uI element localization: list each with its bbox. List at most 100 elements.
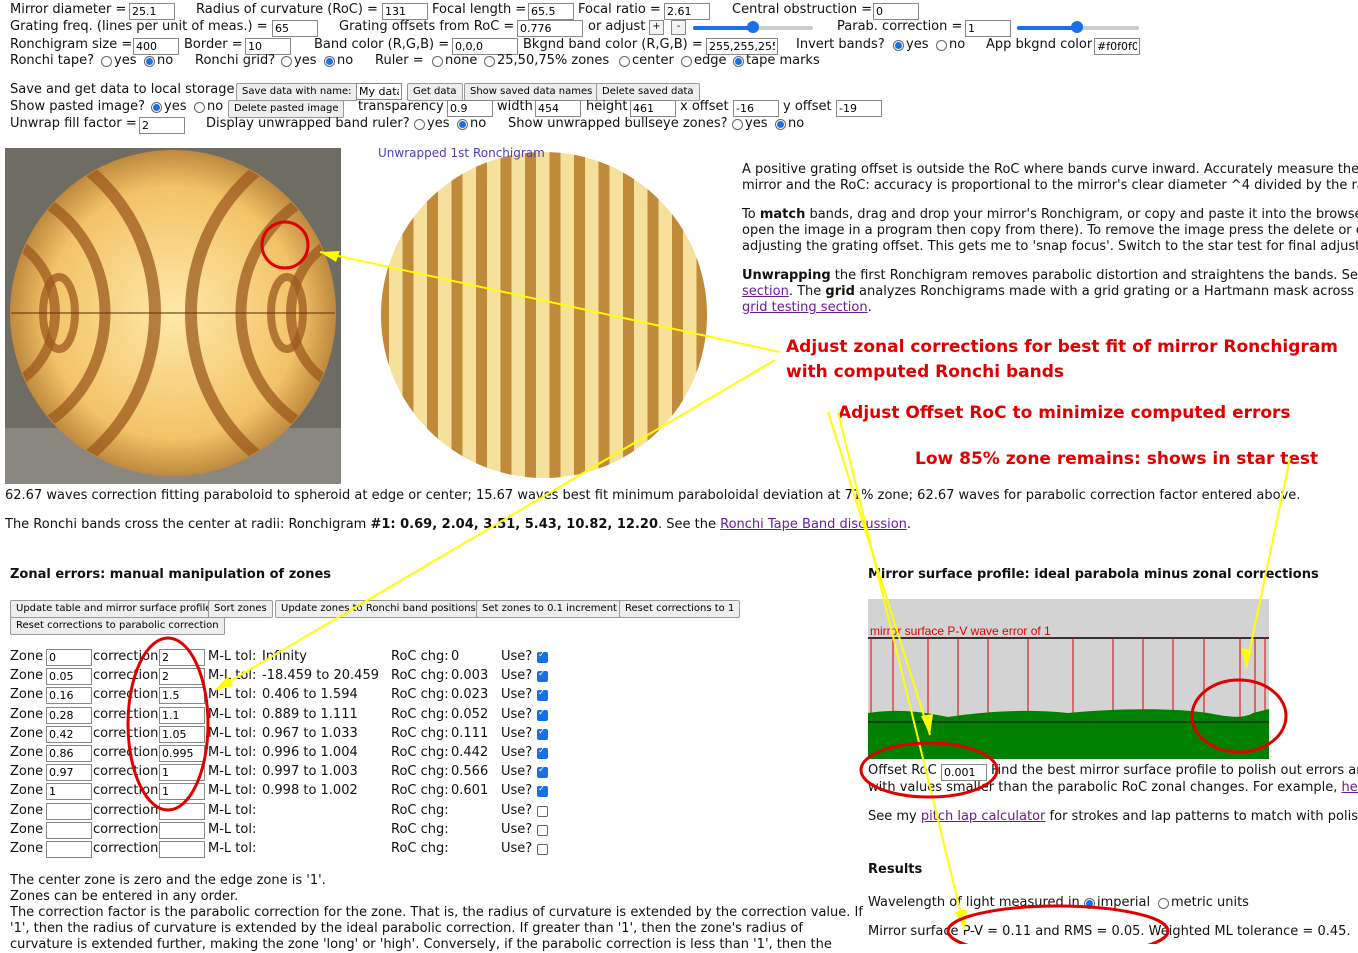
ruler-zones-label: 25,50,75% zones bbox=[497, 53, 609, 68]
grid-testing-link[interactable]: grid testing section bbox=[742, 300, 868, 315]
ronchi-tape-band-link[interactable]: Ronchi Tape Band discussion bbox=[720, 517, 907, 532]
zone-input[interactable] bbox=[46, 668, 92, 685]
zone-input[interactable] bbox=[46, 764, 92, 781]
zone-input[interactable] bbox=[46, 726, 92, 743]
bullseye-no-radio[interactable] bbox=[775, 119, 786, 130]
correction-input[interactable] bbox=[159, 687, 205, 704]
tape-yes-radio[interactable] bbox=[101, 56, 112, 67]
zone-input[interactable] bbox=[46, 707, 92, 724]
y-offset-input[interactable] bbox=[836, 100, 882, 117]
unwrapping-section-link[interactable]: section bbox=[742, 284, 789, 299]
set-zones-increment-button[interactable]: Set zones to 0.1 increment bbox=[476, 600, 623, 618]
grating-offset-slider[interactable] bbox=[693, 26, 813, 30]
use-checkbox[interactable] bbox=[537, 806, 548, 817]
offset-roc-input[interactable] bbox=[941, 764, 987, 781]
use-checkbox[interactable] bbox=[537, 710, 548, 721]
grid-yes-radio[interactable] bbox=[281, 56, 292, 67]
unwrap-ruler-yes-radio[interactable] bbox=[414, 119, 425, 130]
unwrap-ruler-no-label: no bbox=[470, 116, 486, 131]
update-table-button[interactable]: Update table and mirror surface profile bbox=[10, 600, 217, 618]
ml-tol-label: M-L tol: bbox=[208, 803, 256, 818]
use-label: Use? bbox=[501, 841, 532, 856]
correction-input[interactable] bbox=[159, 841, 205, 858]
roc-chg-label: RoC chg: bbox=[391, 668, 449, 683]
parab-correction-slider[interactable] bbox=[1017, 26, 1139, 30]
pasted-no-radio[interactable] bbox=[194, 102, 205, 113]
ruler-center-radio[interactable] bbox=[619, 56, 630, 67]
roc-chg-value: 0 bbox=[451, 649, 459, 664]
x-offset-input[interactable] bbox=[733, 100, 779, 117]
offset-plus-button[interactable]: + bbox=[649, 20, 664, 35]
use-checkbox[interactable] bbox=[537, 671, 548, 682]
use-checkbox[interactable] bbox=[537, 825, 548, 836]
roc-chg-label: RoC chg: bbox=[391, 783, 449, 798]
grating-offset-input[interactable] bbox=[517, 20, 583, 37]
app-bkgnd-input[interactable] bbox=[1094, 38, 1140, 55]
parab-correction-input[interactable] bbox=[965, 20, 1011, 37]
mirror-diameter-input[interactable] bbox=[129, 3, 175, 20]
ruler-tape-marks-radio[interactable] bbox=[733, 56, 744, 67]
use-checkbox[interactable] bbox=[537, 786, 548, 797]
correction-input[interactable] bbox=[159, 668, 205, 685]
invert-no-radio[interactable] bbox=[936, 40, 947, 51]
mirror-diameter-label: Mirror diameter = bbox=[10, 2, 126, 17]
reset-corrections-button[interactable]: Reset corrections to 1 bbox=[619, 600, 740, 618]
zone-input[interactable] bbox=[46, 803, 92, 820]
correction-input[interactable] bbox=[159, 822, 205, 839]
grating-freq-input[interactable] bbox=[272, 20, 318, 37]
reset-parabolic-button[interactable]: Reset corrections to parabolic correctio… bbox=[10, 617, 225, 635]
focal-length-input[interactable] bbox=[528, 3, 574, 20]
y-offset-label: y offset bbox=[783, 99, 832, 114]
zone-input[interactable] bbox=[46, 649, 92, 666]
wavelength-label: Wavelength of light measured in bbox=[868, 895, 1080, 910]
use-checkbox[interactable] bbox=[537, 652, 548, 663]
unwrap-fill-input[interactable] bbox=[139, 117, 185, 134]
correction-input[interactable] bbox=[159, 783, 205, 800]
correction-input[interactable] bbox=[159, 649, 205, 666]
unwrap-ruler-no-radio[interactable] bbox=[457, 119, 468, 130]
use-checkbox[interactable] bbox=[537, 748, 548, 759]
central-obstruction-input[interactable] bbox=[873, 3, 919, 20]
height-input[interactable] bbox=[630, 100, 676, 117]
zone-input[interactable] bbox=[46, 783, 92, 800]
use-checkbox[interactable] bbox=[537, 729, 548, 740]
correction-input[interactable] bbox=[159, 764, 205, 781]
zone-input[interactable] bbox=[46, 822, 92, 839]
imperial-radio[interactable] bbox=[1084, 898, 1095, 909]
transparency-input[interactable] bbox=[447, 100, 493, 117]
pitch-lap-calculator-link[interactable]: pitch lap calculator bbox=[921, 809, 1046, 824]
ml-tol-value: Infinity bbox=[262, 649, 307, 664]
invert-yes-radio[interactable] bbox=[893, 40, 904, 51]
ruler-none-radio[interactable] bbox=[432, 56, 443, 67]
pasted-yes-radio[interactable] bbox=[151, 102, 162, 113]
focal-ratio-label: Focal ratio = bbox=[578, 2, 661, 17]
update-zones-ronchi-button[interactable]: Update zones to Ronchi band positions bbox=[275, 600, 482, 618]
save-data-button[interactable]: Save data with name: bbox=[236, 83, 358, 101]
correction-input[interactable] bbox=[159, 707, 205, 724]
ruler-edge-radio[interactable] bbox=[681, 56, 692, 67]
data-name-input[interactable] bbox=[356, 83, 402, 100]
metric-radio[interactable] bbox=[1158, 898, 1169, 909]
ml-tol-value: 0.967 to 1.033 bbox=[262, 726, 358, 741]
roc-input[interactable] bbox=[382, 3, 428, 20]
correction-label: correction bbox=[93, 841, 158, 856]
width-input[interactable] bbox=[535, 100, 581, 117]
correction-input[interactable] bbox=[159, 726, 205, 743]
correction-input[interactable] bbox=[159, 803, 205, 820]
focal-ratio-input[interactable] bbox=[664, 3, 710, 20]
example-here-link[interactable]: her bbox=[1342, 780, 1358, 795]
offset-minus-button[interactable]: - bbox=[671, 20, 686, 35]
zone-input[interactable] bbox=[46, 841, 92, 858]
use-checkbox[interactable] bbox=[537, 844, 548, 855]
grid-no-radio[interactable] bbox=[324, 56, 335, 67]
correction-input[interactable] bbox=[159, 745, 205, 762]
zone-input[interactable] bbox=[46, 687, 92, 704]
zone-input[interactable] bbox=[46, 745, 92, 762]
tape-no-radio[interactable] bbox=[144, 56, 155, 67]
bullseye-yes-radio[interactable] bbox=[732, 119, 743, 130]
ruler-zones-radio[interactable] bbox=[484, 56, 495, 67]
mirror-ronchigram-photo[interactable] bbox=[5, 148, 341, 484]
use-checkbox[interactable] bbox=[537, 767, 548, 778]
use-checkbox[interactable] bbox=[537, 690, 548, 701]
sort-zones-button[interactable]: Sort zones bbox=[208, 600, 273, 618]
